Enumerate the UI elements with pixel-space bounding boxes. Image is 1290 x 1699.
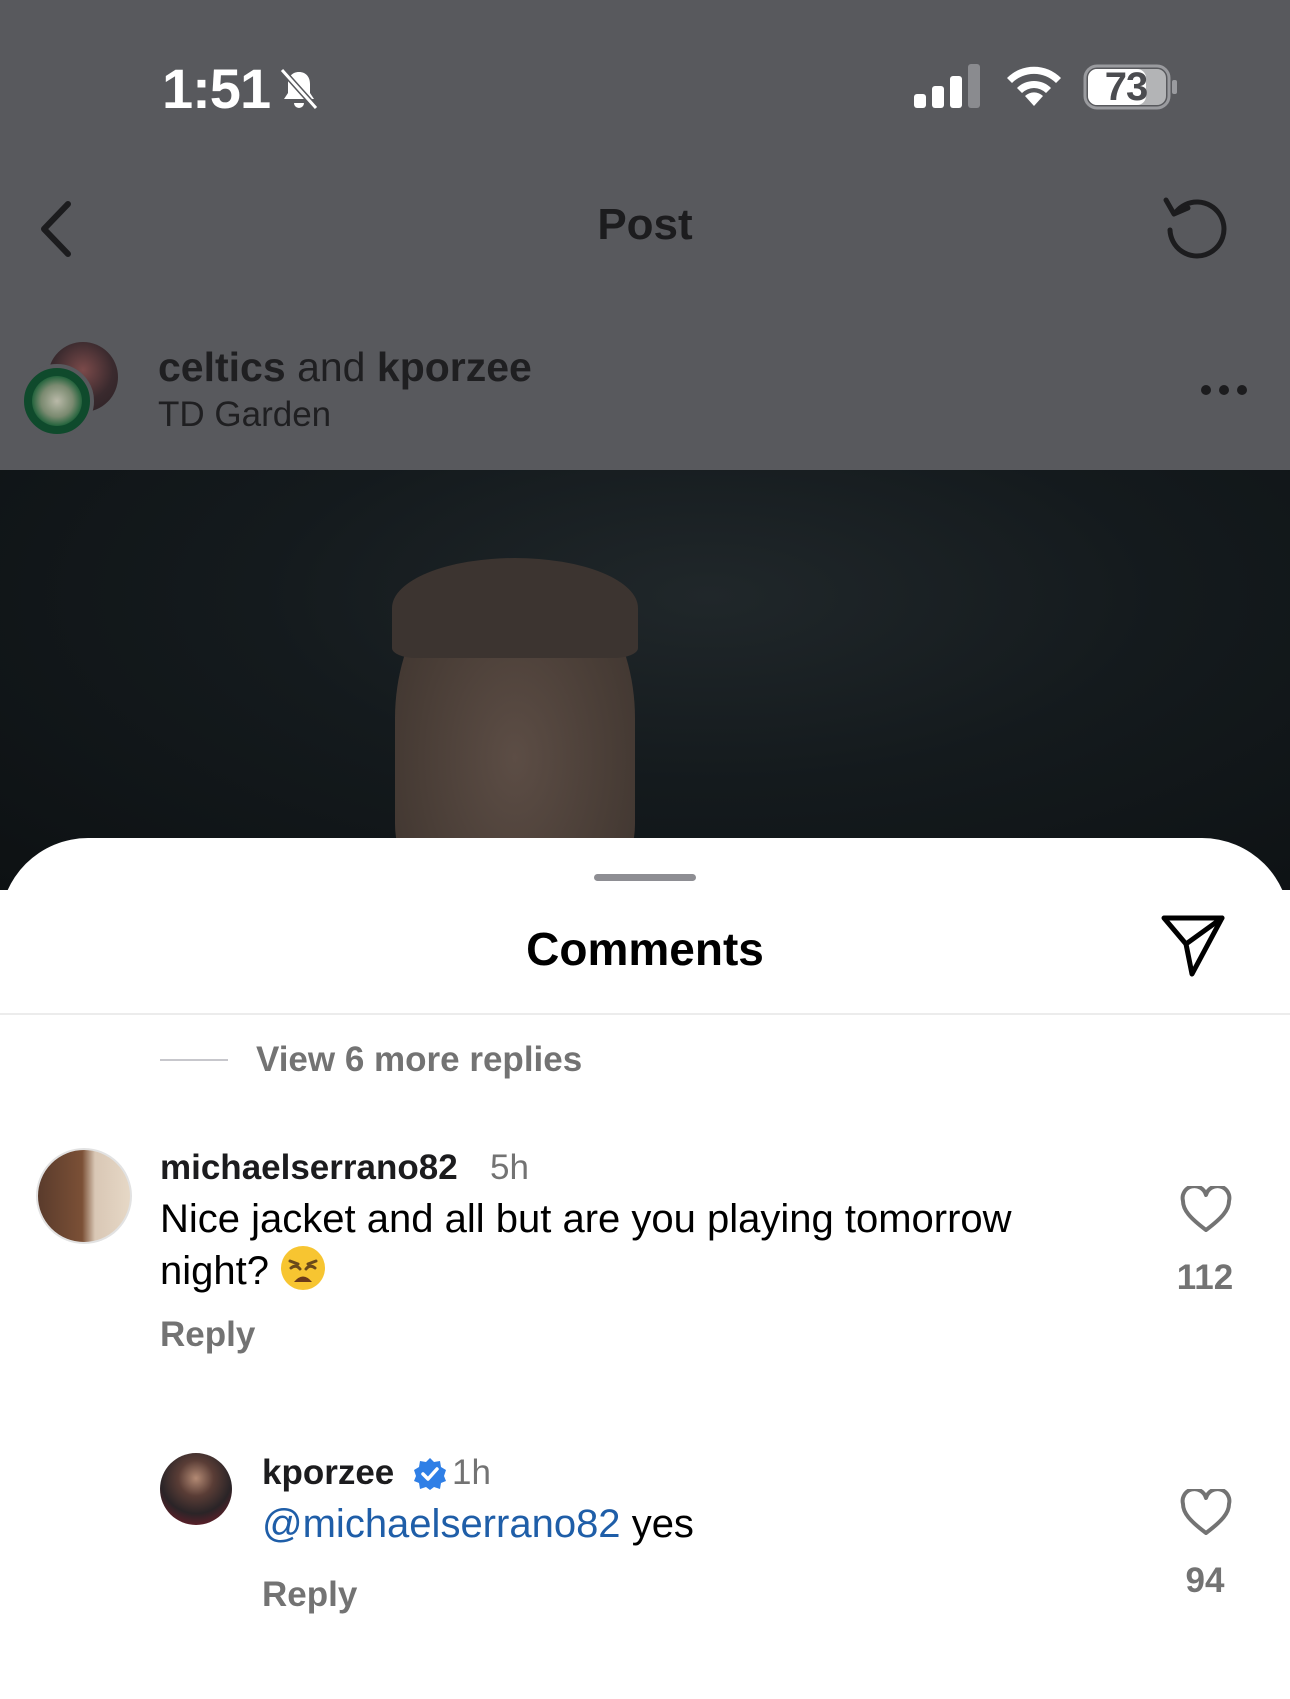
comment-time: 1h — [452, 1453, 491, 1492]
like-count: 112 — [1176, 1258, 1234, 1297]
sheet-divider — [0, 1013, 1290, 1015]
replies-line — [160, 1059, 228, 1061]
view-more-replies[interactable]: View 6 more replies — [160, 1030, 582, 1090]
more-options-icon[interactable] — [1198, 382, 1250, 398]
celtics-avatar[interactable] — [20, 364, 94, 438]
comment-item: michaelserrano82 5h Nice jacket and all … — [0, 1148, 1290, 1378]
battery-level: 73 — [1104, 65, 1149, 109]
cellular-signal-icon — [914, 64, 980, 108]
bell-muted-icon — [279, 67, 319, 111]
status-bar: 1:51 73 — [0, 0, 1290, 150]
comment-username[interactable]: kporzee — [262, 1453, 394, 1493]
celtics-logo — [32, 376, 82, 426]
refresh-icon[interactable] — [1158, 188, 1234, 264]
author-celtics[interactable]: celtics — [158, 344, 286, 390]
like-heart-icon[interactable] — [1180, 1186, 1232, 1234]
page-title: Post — [597, 200, 693, 249]
comment-username[interactable]: michaelserrano82 — [160, 1148, 458, 1188]
comment-time: 5h — [490, 1148, 529, 1187]
comments-title: Comments — [526, 923, 764, 975]
photo-subject-hair — [392, 558, 638, 658]
sheet-drag-handle[interactable] — [594, 874, 696, 881]
comment-text-body: yes — [631, 1502, 694, 1546]
weary-face-emoji-icon — [280, 1246, 325, 1290]
comment-text-line-2-text: night? — [160, 1249, 269, 1293]
verified-badge-icon — [414, 1458, 446, 1490]
navigation-bar: Post — [0, 180, 1290, 280]
wifi-icon — [1007, 66, 1061, 106]
post-location[interactable]: TD Garden — [158, 395, 331, 435]
author-kporzee[interactable]: kporzee — [377, 344, 532, 390]
comment-text: @michaelserrano82 yes — [262, 1499, 1082, 1549]
like-heart-icon[interactable] — [1180, 1489, 1232, 1537]
reply-item: kporzee 1h @michaelserrano82 yes Reply 9… — [0, 1453, 1290, 1653]
post-photo[interactable] — [0, 470, 1290, 890]
author-joiner: and — [297, 344, 366, 390]
reply-button[interactable]: Reply — [262, 1575, 357, 1615]
reply-button[interactable]: Reply — [160, 1315, 255, 1355]
commenter-avatar[interactable] — [160, 1453, 232, 1525]
post-screen-dimmed: 1:51 73 Post celtics and kporzee TD Gard… — [0, 0, 1290, 470]
comments-sheet: Comments View 6 more replies michaelserr… — [0, 838, 1290, 1699]
post-authors[interactable]: celtics and kporzee — [158, 344, 532, 391]
comment-text-line-2: night? — [160, 1244, 1110, 1296]
status-time: 1:51 — [162, 57, 271, 120]
comment-text-line-1: Nice jacket and all but are you playing … — [160, 1197, 1012, 1241]
mention-link[interactable]: @michaelserrano82 — [262, 1502, 621, 1546]
share-send-icon[interactable] — [1158, 910, 1228, 980]
commenter-avatar[interactable] — [36, 1148, 132, 1244]
post-header: celtics and kporzee TD Garden — [0, 330, 1290, 450]
view-more-replies-label[interactable]: View 6 more replies — [256, 1040, 582, 1080]
comment-text: Nice jacket and all but are you playing … — [160, 1194, 1110, 1296]
like-count: 94 — [1185, 1561, 1225, 1600]
